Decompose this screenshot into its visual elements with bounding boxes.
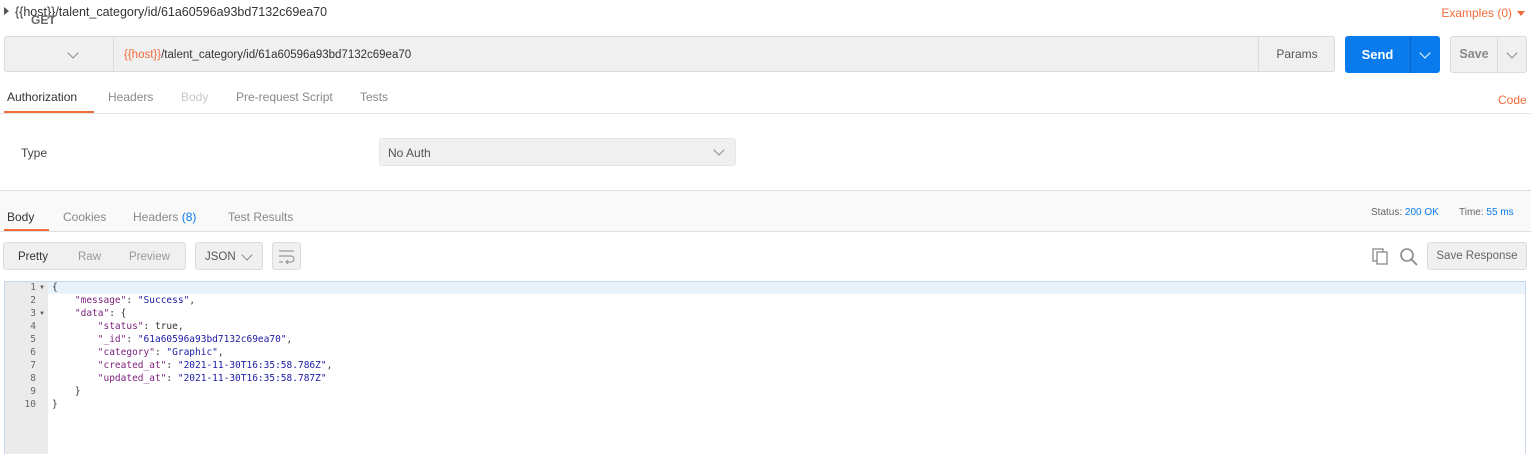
line-number: 3 (30, 308, 36, 319)
tab-tests[interactable]: Tests (360, 90, 388, 104)
line-number: 5 (30, 334, 36, 345)
time-label: Time: (1459, 207, 1484, 218)
line-number: 1 (30, 282, 36, 293)
code-line: "updated_at": "2021-11-30T16:35:58.787Z" (97, 373, 327, 384)
code-line: "data": { (74, 308, 127, 319)
view-preview-button[interactable]: Preview (129, 251, 170, 263)
code-line: "message": "Success", (74, 295, 196, 306)
copy-icon[interactable] (1371, 247, 1389, 268)
code-line: "created_at": "2021-11-30T16:35:58.786Z"… (97, 360, 333, 371)
json-key: "status" (97, 321, 144, 332)
params-button[interactable]: Params (1258, 36, 1335, 72)
headers-label: Headers (133, 210, 179, 224)
status-label: Status: (1371, 207, 1403, 218)
code-line: "status": true, (97, 321, 184, 332)
method-select[interactable] (4, 36, 114, 72)
code-line: } (52, 399, 58, 410)
tab-test-results[interactable]: Test Results (228, 210, 293, 224)
tab-headers[interactable]: Headers (108, 90, 153, 104)
json-string: "2021-11-30T16:35:58.787Z" (177, 373, 327, 384)
divider (0, 113, 1531, 114)
json-key: "updated_at" (97, 373, 167, 384)
wrap-lines-icon (279, 250, 295, 265)
tab-pre-request-script[interactable]: Pre-request Script (236, 90, 333, 104)
line-number: 9 (30, 386, 36, 397)
tab-response-cookies[interactable]: Cookies (63, 210, 106, 224)
headers-count: (8) (181, 210, 197, 224)
save-button[interactable]: Save (1451, 36, 1497, 73)
wrap-lines-button[interactable] (272, 242, 301, 270)
active-line-highlight (48, 282, 1525, 294)
method-label: GET (31, 13, 56, 27)
json-string: "2021-11-30T16:35:58.786Z" (177, 360, 327, 371)
search-icon[interactable] (1399, 247, 1419, 270)
view-raw-button[interactable]: Raw (78, 251, 101, 263)
json-string: "61a60596a93bd7132c69ea70" (137, 334, 287, 345)
code-line: } (52, 386, 81, 397)
format-label: JSON (205, 251, 236, 263)
code-line: { (52, 282, 58, 293)
auth-type-value: No Auth (388, 146, 431, 160)
code-link[interactable]: Code (1498, 93, 1527, 107)
fold-caret-icon[interactable]: ▼ (39, 285, 45, 291)
line-number: 2 (30, 295, 36, 306)
response-status: Status: 200 OK (1371, 207, 1439, 218)
code-line: "category": "Graphic", (97, 347, 224, 358)
line-number: 8 (30, 373, 36, 384)
json-boolean: true (154, 321, 178, 332)
json-string: "Graphic" (166, 347, 218, 358)
json-key: "created_at" (97, 360, 167, 371)
fold-caret-icon[interactable]: ▼ (39, 311, 45, 317)
tab-authorization[interactable]: Authorization (7, 90, 77, 104)
json-string: "Success" (137, 295, 190, 306)
url-host-variable: {{host}} (124, 49, 162, 61)
line-number: 4 (30, 321, 36, 332)
url-input[interactable]: {{host}}/talent_category/id/61a60596a93b… (124, 49, 411, 61)
save-response-button[interactable]: Save Response (1427, 242, 1527, 270)
save-divider (1497, 37, 1498, 72)
auth-type-label: Type (21, 146, 48, 160)
line-number: 7 (30, 360, 36, 371)
json-key: "data" (74, 308, 110, 319)
examples-dropdown[interactable]: Examples (0) (1441, 6, 1525, 20)
line-number: 6 (30, 347, 36, 358)
caret-down-icon (1517, 11, 1525, 16)
tab-response-body[interactable]: Body (7, 210, 34, 224)
send-divider (1410, 36, 1411, 73)
divider (0, 231, 1531, 232)
view-pretty-button[interactable]: Pretty (18, 251, 48, 263)
tab-response-headers[interactable]: Headers (8) (133, 210, 196, 224)
url-path: /talent_category/id/61a60596a93bd7132c69… (161, 49, 412, 61)
json-key: "category" (97, 347, 155, 358)
time-value: 55 ms (1486, 207, 1514, 218)
examples-label: Examples (0) (1441, 6, 1512, 20)
caret-right-icon[interactable] (4, 7, 9, 15)
request-title[interactable]: {{host}}/talent_category/id/61a60596a93b… (15, 5, 327, 19)
auth-type-select[interactable] (379, 138, 736, 166)
code-line: "_id": "61a60596a93bd7132c69ea70", (97, 334, 293, 345)
json-key: "_id" (97, 334, 127, 345)
send-button[interactable]: Send (1345, 36, 1410, 73)
line-number: 10 (24, 399, 36, 410)
json-key: "message" (74, 295, 127, 306)
tab-body[interactable]: Body (181, 90, 208, 104)
response-time: Time: 55 ms (1459, 207, 1514, 218)
status-value: 200 OK (1404, 207, 1439, 218)
